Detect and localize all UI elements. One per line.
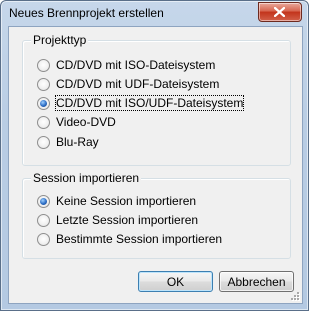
radio-button-selected[interactable]: [37, 194, 50, 208]
radio-label: Keine Session importieren: [56, 194, 197, 208]
radio-button[interactable]: [37, 213, 50, 227]
resize-grip-icon[interactable]: [290, 291, 300, 301]
radio-last-session[interactable]: Letzte Session importieren: [37, 212, 198, 228]
radio-iso[interactable]: CD/DVD mit ISO-Dateisystem: [37, 57, 215, 73]
radio-no-session[interactable]: Keine Session importieren: [37, 193, 196, 209]
project-type-group: Projekttyp CD/DVD mit ISO-Dateisystem CD…: [22, 33, 291, 166]
session-import-legend: Session importieren: [31, 171, 142, 185]
radio-label: Blu-Ray: [56, 135, 99, 149]
radio-button[interactable]: [37, 135, 50, 149]
radio-button[interactable]: [37, 58, 50, 72]
dialog-client-area: Projekttyp CD/DVD mit ISO-Dateisystem CD…: [8, 26, 303, 304]
radio-label: Video-DVD: [56, 115, 116, 129]
radio-label: CD/DVD mit ISO-Dateisystem: [56, 58, 216, 72]
cancel-button[interactable]: Abbrechen: [219, 271, 294, 292]
dialog-window: Neues Brennprojekt erstellen Projekttyp …: [0, 0, 309, 311]
project-type-legend: Projekttyp: [31, 33, 89, 47]
radio-specific-session[interactable]: Bestimmte Session importieren: [37, 231, 222, 247]
radio-button[interactable]: [37, 115, 50, 129]
radio-video-dvd[interactable]: Video-DVD: [37, 114, 116, 130]
radio-button[interactable]: [37, 232, 50, 246]
title-bar[interactable]: Neues Brennprojekt erstellen: [1, 1, 308, 25]
radio-blu-ray[interactable]: Blu-Ray: [37, 134, 99, 150]
radio-label: CD/DVD mit ISO/UDF-Dateisystem: [54, 95, 245, 111]
close-button[interactable]: [258, 2, 302, 22]
radio-button[interactable]: [37, 77, 50, 91]
radio-iso-udf[interactable]: CD/DVD mit ISO/UDF-Dateisystem: [37, 95, 245, 111]
radio-udf[interactable]: CD/DVD mit UDF-Dateisystem: [37, 76, 219, 92]
window-title: Neues Brennprojekt erstellen: [9, 6, 164, 20]
radio-label: Letzte Session importieren: [56, 213, 199, 227]
ok-button[interactable]: OK: [138, 271, 213, 292]
session-import-group: Session importieren Keine Session import…: [22, 171, 291, 259]
radio-label: CD/DVD mit UDF-Dateisystem: [56, 77, 220, 91]
radio-label: Bestimmte Session importieren: [56, 232, 223, 246]
radio-button-selected[interactable]: [37, 96, 50, 110]
close-icon: [274, 7, 285, 17]
